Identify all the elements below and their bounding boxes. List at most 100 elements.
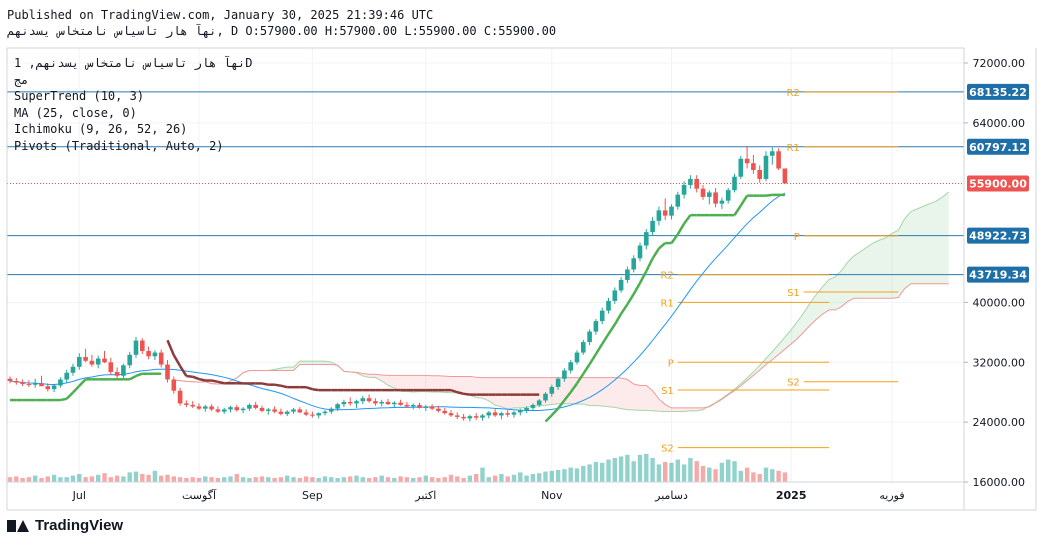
candle-body[interactable] <box>272 409 277 412</box>
candle-body[interactable] <box>694 178 699 189</box>
candle-body[interactable] <box>297 409 303 413</box>
candle-body[interactable] <box>549 386 555 394</box>
candle-body[interactable] <box>89 360 95 365</box>
candle-body[interactable] <box>562 370 567 379</box>
candle-body[interactable] <box>530 404 536 408</box>
candle-body[interactable] <box>631 258 636 270</box>
candle-body[interactable] <box>247 404 252 409</box>
candle-body[interactable] <box>669 206 674 216</box>
candle-body[interactable] <box>203 406 208 409</box>
candle-body[interactable] <box>58 379 63 386</box>
candle-body[interactable] <box>39 383 44 387</box>
candle-body[interactable] <box>108 362 114 373</box>
candle-body[interactable] <box>127 354 132 366</box>
legend-supertrend[interactable]: SuperTrend (10, 3) <box>14 88 252 105</box>
candle-body[interactable] <box>45 386 51 390</box>
candle-body[interactable] <box>744 158 750 164</box>
tradingview-brand[interactable]: TradingView <box>7 517 123 534</box>
legend-pivots[interactable]: Pivots (Traditional, Auto, 2) <box>14 138 252 155</box>
candle-body[interactable] <box>782 168 788 184</box>
candle-body[interactable] <box>385 401 391 405</box>
candle-body[interactable] <box>196 406 202 409</box>
candle-body[interactable] <box>83 357 88 361</box>
candle-body[interactable] <box>95 358 101 365</box>
candle-body[interactable] <box>190 404 195 407</box>
candle-body[interactable] <box>499 413 504 416</box>
candle-body[interactable] <box>536 400 542 405</box>
candle-body[interactable] <box>770 151 775 156</box>
candle-body[interactable] <box>77 357 82 367</box>
candle-body[interactable] <box>316 413 321 416</box>
candle-body[interactable] <box>574 352 580 363</box>
candle-body[interactable] <box>612 290 618 301</box>
candle-body[interactable] <box>423 406 429 408</box>
candle-body[interactable] <box>429 406 435 409</box>
candle-body[interactable] <box>14 380 19 383</box>
candle-body[interactable] <box>253 404 258 408</box>
candle-body[interactable] <box>719 200 725 204</box>
candle-body[interactable] <box>518 410 523 413</box>
candle-body[interactable] <box>725 190 731 201</box>
candle-body[interactable] <box>259 407 265 411</box>
candle-body[interactable] <box>455 415 460 417</box>
candle-body[interactable] <box>354 401 359 404</box>
candle-body[interactable] <box>158 352 164 365</box>
candle-body[interactable] <box>184 403 189 405</box>
candle-body[interactable] <box>675 194 681 207</box>
candle-body[interactable] <box>436 408 441 411</box>
candle-body[interactable] <box>310 414 315 416</box>
candle-body[interactable] <box>738 158 744 177</box>
candle-body[interactable] <box>51 385 57 390</box>
candle-body[interactable] <box>284 411 290 414</box>
candle-body[interactable] <box>757 169 762 179</box>
candle-body[interactable] <box>303 412 309 415</box>
candle-body[interactable] <box>467 416 473 419</box>
candle-body[interactable] <box>171 379 177 391</box>
candle-body[interactable] <box>751 163 756 170</box>
candle-body[interactable] <box>625 269 630 280</box>
candle-body[interactable] <box>681 184 687 195</box>
candle-body[interactable] <box>461 416 466 419</box>
candle-body[interactable] <box>524 407 529 411</box>
candle-body[interactable] <box>341 401 347 405</box>
candle-body[interactable] <box>64 372 69 380</box>
candle-body[interactable] <box>221 409 227 412</box>
candle-body[interactable] <box>732 176 737 191</box>
candle-body[interactable] <box>656 210 662 221</box>
candle-body[interactable] <box>234 407 240 411</box>
candle-body[interactable] <box>335 404 340 409</box>
candle-body[interactable] <box>713 192 718 204</box>
candle-body[interactable] <box>329 408 334 412</box>
legend-symbol[interactable]: نهآ هار تاسیاس نامتخاس یسدنهم, 1D <box>14 55 252 72</box>
candle-body[interactable] <box>398 402 403 405</box>
candle-body[interactable] <box>404 404 410 407</box>
candle-body[interactable] <box>165 364 170 380</box>
candle-body[interactable] <box>114 372 120 376</box>
candle-body[interactable] <box>26 383 32 385</box>
candle-body[interactable] <box>360 398 366 402</box>
candle-body[interactable] <box>347 401 353 404</box>
candle-body[interactable] <box>776 151 781 169</box>
candle-body[interactable] <box>543 393 548 401</box>
candle-body[interactable] <box>20 382 25 384</box>
candle-body[interactable] <box>140 340 145 352</box>
candle-body[interactable] <box>291 409 296 412</box>
candle-body[interactable] <box>581 342 586 353</box>
candle-body[interactable] <box>70 366 76 373</box>
candle-body[interactable] <box>662 210 668 216</box>
candle-body[interactable] <box>593 321 599 332</box>
candle-body[interactable] <box>511 412 517 415</box>
candle-body[interactable] <box>278 411 284 414</box>
candle-body[interactable] <box>587 331 592 343</box>
candle-body[interactable] <box>240 408 246 411</box>
candle-body[interactable] <box>637 245 643 259</box>
candle-body[interactable] <box>606 300 611 311</box>
candle-body[interactable] <box>177 390 183 404</box>
candle-body[interactable] <box>599 310 605 322</box>
candle-body[interactable] <box>146 351 151 357</box>
candle-body[interactable] <box>763 155 769 179</box>
candle-body[interactable] <box>266 409 271 411</box>
candle-body[interactable] <box>442 410 447 414</box>
candle-body[interactable] <box>228 407 233 410</box>
candle-body[interactable] <box>555 378 561 387</box>
